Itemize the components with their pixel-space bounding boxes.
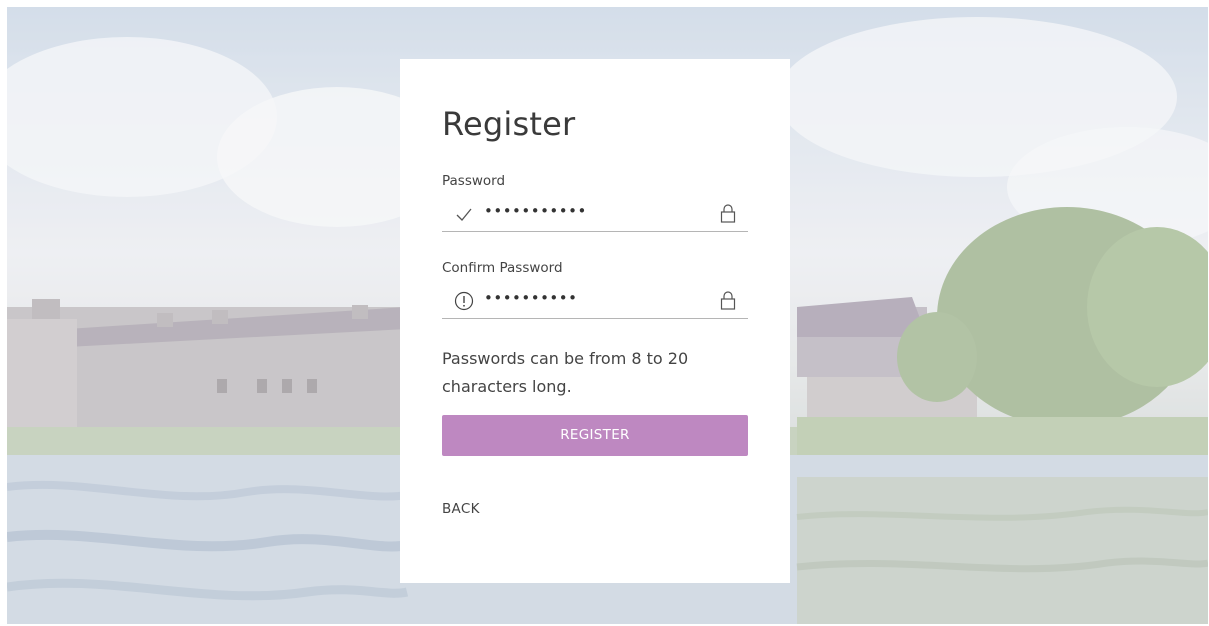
lock-icon [720, 203, 736, 223]
password-field[interactable]: ••••••••••• [442, 201, 748, 232]
password-label: Password [442, 173, 506, 189]
confirm-password-label: Confirm Password [442, 260, 563, 276]
register-card: Register Password ••••••••••• Confirm Pa… [400, 59, 790, 583]
confirm-password-value[interactable]: •••••••••• [484, 289, 577, 307]
password-value[interactable]: ••••••••••• [484, 202, 587, 220]
page-title: Register [442, 105, 576, 143]
register-button[interactable]: REGISTER [442, 415, 748, 456]
exclamation-circle-icon [454, 291, 474, 311]
password-hint: Passwords can be from 8 to 20 characters… [442, 349, 689, 396]
back-link[interactable]: BACK [442, 501, 480, 517]
lock-icon [720, 290, 736, 310]
confirm-password-field[interactable]: •••••••••• [442, 288, 748, 319]
check-icon [454, 204, 474, 224]
